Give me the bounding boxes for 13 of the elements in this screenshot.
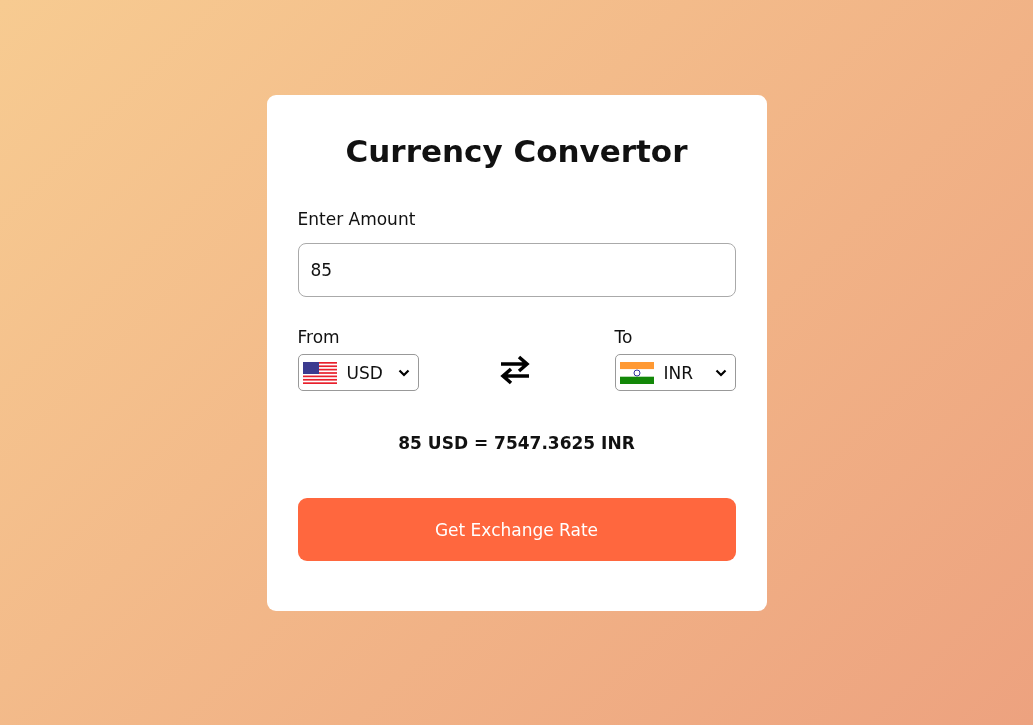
- field-label: To: [614, 327, 634, 347]
- result-text: 85 USD = 7547.3625 INR: [397, 433, 636, 453]
- flag-icon: [302, 361, 337, 384]
- currency-select[interactable]: USD: [297, 354, 419, 391]
- field-label: Enter Amount: [297, 209, 417, 229]
- card-title: Currency Convertor: [344, 133, 689, 169]
- amount-field[interactable]: 85: [297, 243, 736, 297]
- field-label: From: [297, 327, 341, 347]
- flag-icon: [619, 361, 654, 384]
- currency-select[interactable]: INR: [614, 354, 736, 391]
- chevron-icon: [714, 368, 727, 377]
- chevron-icon: [397, 368, 410, 377]
- swap-icon: [499, 355, 531, 385]
